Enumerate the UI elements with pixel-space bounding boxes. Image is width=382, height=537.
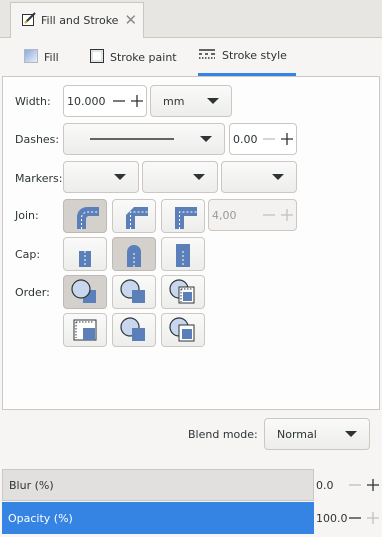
blur-label: Blur (%) [9,478,54,492]
width-value[interactable]: 10.000 [64,95,110,108]
join-label: Join: [15,209,39,222]
chevron-down-icon [114,174,126,180]
order-icon [71,279,96,303]
dash-offset-spinbutton[interactable]: 0.00 [229,123,297,155]
close-icon[interactable]: ✕ [124,13,137,28]
plus-icon [281,133,293,145]
plus-icon [131,95,143,107]
minus-icon [349,484,361,486]
tab-fill[interactable]: Fill [24,38,59,76]
order-icon [169,279,195,304]
join-round-button[interactable] [63,199,107,233]
blend-mode-label: Blend mode: [188,428,258,441]
unit-dropdown[interactable]: mm [150,85,232,117]
order-markers-fill-stroke-button[interactable] [63,313,107,347]
chevron-down-icon [345,431,357,437]
pen-fill-icon [21,11,37,30]
miter-limit-decrement-button[interactable] [260,200,278,230]
opacity-slider[interactable]: Opacity (%) [2,502,314,534]
order-icon [120,279,145,303]
fill-swatch-icon [24,48,38,66]
opacity-value[interactable]: 100.0 [316,502,348,534]
chevron-down-icon [200,136,212,142]
minus-icon [263,138,275,140]
cap-square-icon [176,244,190,267]
width-increment-button[interactable] [128,86,146,116]
width-decrement-button[interactable] [110,86,128,116]
order-icon [169,317,195,342]
blend-mode-value: Normal [277,427,317,441]
tab-stroke-paint[interactable]: Stroke paint [90,38,177,76]
dash-offset-increment-button[interactable] [278,124,296,154]
join-bevel-button[interactable] [112,199,156,233]
opacity-decrement-button[interactable] [346,502,364,534]
dialog-tab-label: Fill and Stroke [41,14,119,27]
stroke-paint-icon [90,48,104,66]
tab-stroke-paint-label: Stroke paint [110,50,177,64]
blur-slider[interactable]: Blur (%) [2,469,314,501]
cap-round-button[interactable] [112,237,156,271]
dash-pattern-dropdown[interactable] [63,123,225,155]
plus-icon [281,209,293,221]
dialog-tab-fill-and-stroke[interactable]: Fill and Stroke ✕ [10,2,144,38]
dashes-label: Dashes: [15,133,60,146]
markers-label: Markers: [15,172,63,185]
cap-butt-button[interactable] [63,237,107,271]
blur-increment-button[interactable] [364,469,382,501]
dash-pattern-preview [64,137,200,141]
start-marker-dropdown[interactable] [63,161,139,193]
opacity-slider-row: Opacity (%) 100.0 [2,502,380,534]
cap-label: Cap: [15,248,41,261]
chevron-down-icon [193,174,205,180]
order-stroke-fill-markers-button[interactable] [112,275,156,309]
join-miter-button[interactable] [161,199,205,233]
order-icon [120,317,145,341]
order-fill-markers-stroke-button[interactable] [161,275,205,309]
cap-round-icon [127,245,141,267]
mid-marker-dropdown[interactable] [142,161,218,193]
minus-icon [263,214,275,216]
width-spinbutton[interactable]: 10.000 [63,85,147,117]
cap-butt-icon [79,251,91,267]
width-label: Width: [15,95,51,108]
join-round-icon [77,207,99,229]
tab-stroke-style[interactable]: Stroke style [198,38,296,76]
plus-icon [367,479,379,491]
opacity-increment-button[interactable] [364,502,382,534]
order-fill-stroke-markers-button[interactable] [63,275,107,309]
chevron-down-icon [207,98,219,104]
notebook-tabs: Fill Stroke paint Stroke style [0,38,382,76]
blur-decrement-button[interactable] [346,469,364,501]
order-label: Order: [15,286,50,299]
miter-limit-increment-button[interactable] [278,200,296,230]
opacity-label: Opacity (%) [8,511,73,525]
blur-slider-row: Blur (%) 0.0 [2,469,380,501]
chevron-down-icon [272,174,284,180]
end-marker-dropdown[interactable] [221,161,297,193]
dash-offset-decrement-button[interactable] [260,124,278,154]
miter-limit-spinbutton[interactable]: 4,00 [208,199,297,231]
minus-icon [113,100,125,102]
unit-value: mm [163,94,185,108]
order-stroke-markers-fill-button[interactable] [112,313,156,347]
tab-stroke-style-label: Stroke style [222,49,287,62]
join-bevel-icon [126,207,148,229]
order-icon [73,319,97,341]
blend-mode-dropdown[interactable]: Normal [264,418,370,450]
order-markers-stroke-fill-button[interactable] [161,313,205,347]
dash-offset-value[interactable]: 0.00 [230,133,260,146]
blur-value[interactable]: 0.0 [316,469,334,501]
join-miter-icon [175,207,197,229]
tab-fill-label: Fill [44,50,59,64]
miter-limit-value[interactable]: 4,00 [209,209,260,222]
cap-square-button[interactable] [161,237,205,271]
plus-icon [367,512,379,524]
minus-icon [349,517,361,519]
stroke-style-icon [198,47,216,64]
